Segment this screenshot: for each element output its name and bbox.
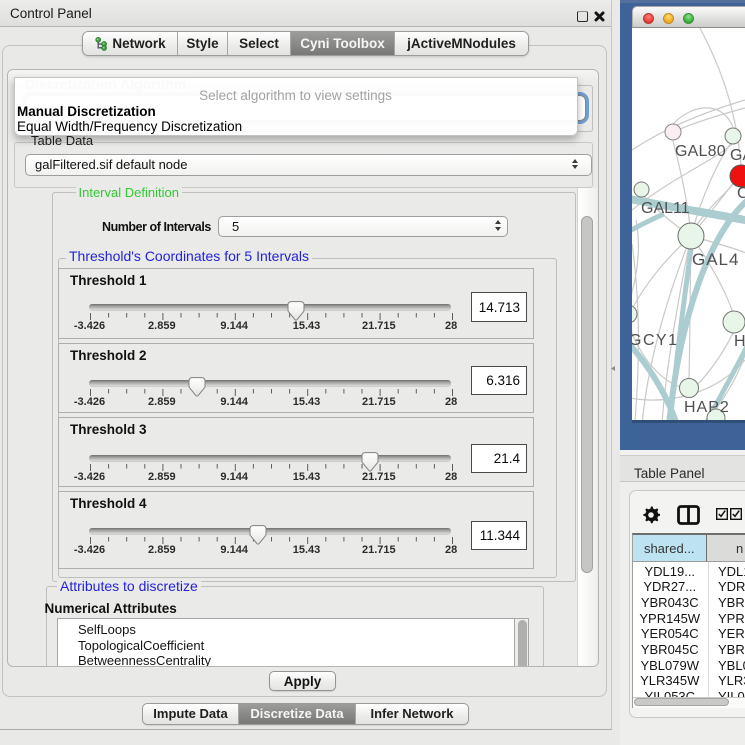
- svg-text:C: C: [737, 185, 745, 202]
- svg-text:GCY1: GCY1: [632, 332, 679, 349]
- svg-text:GAL4: GAL4: [692, 250, 739, 269]
- svg-text:HAP2: HAP2: [684, 399, 730, 416]
- svg-text:GAL80: GAL80: [675, 143, 726, 160]
- svg-text:H: H: [734, 333, 745, 350]
- svg-text:GAL11: GAL11: [641, 200, 690, 217]
- svg-text:GA: GA: [730, 147, 745, 164]
